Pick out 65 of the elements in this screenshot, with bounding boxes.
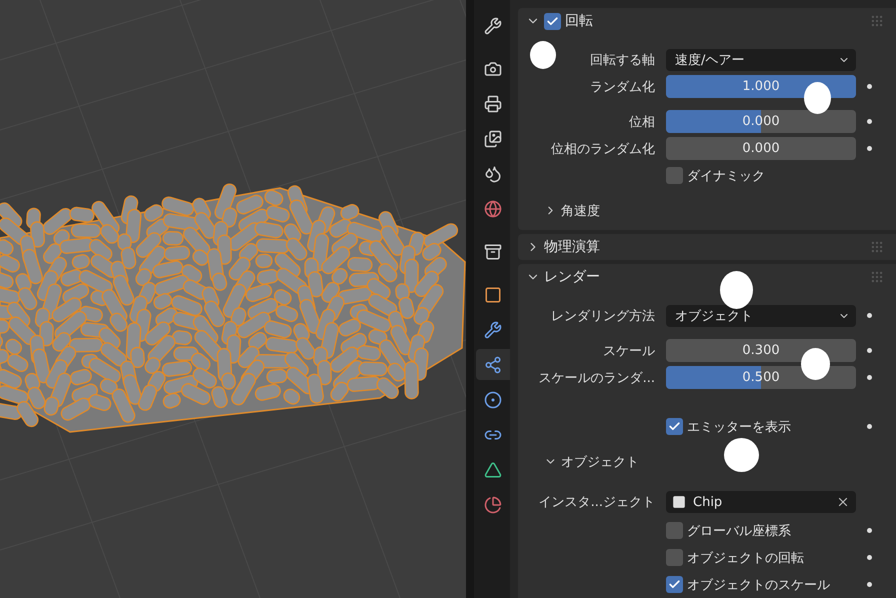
checkbox[interactable]	[666, 549, 683, 566]
close-button[interactable]	[836, 495, 850, 509]
panel-header[interactable]: 物理演算	[518, 234, 896, 260]
field-label: 回転する軸	[590, 52, 655, 68]
slider[interactable]: 0.300	[666, 339, 856, 362]
check-icon	[668, 420, 681, 433]
field-label: 位相のランダム化	[551, 140, 655, 158]
checkbox[interactable]	[666, 576, 683, 593]
checkbox-label: オブジェクトの回転	[687, 550, 804, 566]
wrench-icon	[484, 16, 502, 34]
drag-handle-icon[interactable]	[870, 240, 884, 254]
check-icon	[668, 578, 681, 591]
object-field[interactable]: Chip	[666, 491, 856, 513]
drops-icon	[484, 164, 502, 182]
slider[interactable]: 0.000	[666, 137, 856, 160]
keyframe-dot[interactable]	[866, 313, 872, 318]
drag-handle-icon[interactable]	[870, 14, 884, 28]
globe-icon	[484, 200, 502, 218]
field-label: スケールのランダ...	[538, 370, 655, 386]
keyframe-dot[interactable]	[866, 555, 872, 560]
nodes-icon	[484, 356, 502, 374]
subpanel-header[interactable]: 角速度	[518, 197, 896, 224]
keyframe-dot[interactable]	[866, 146, 872, 151]
images-icon	[484, 130, 502, 148]
check-icon	[546, 14, 559, 28]
field-label: ランダム化	[590, 78, 655, 96]
keyframe-dot[interactable]	[866, 119, 872, 124]
drag-handle-icon[interactable]	[870, 270, 884, 284]
panel-header[interactable]: 回転	[518, 8, 896, 34]
slider[interactable]: 0.000	[666, 110, 856, 133]
checkbox-label: オブジェクトのスケール	[687, 576, 830, 594]
keyframe-dot[interactable]	[866, 375, 872, 380]
field-label: 位相	[629, 114, 655, 130]
panel-title: 回転	[565, 12, 594, 30]
square-icon	[672, 495, 686, 509]
dropdown[interactable]: オブジェクト	[666, 304, 856, 326]
dropdown[interactable]: 速度/ヘアー	[666, 48, 856, 70]
properties-tab[interactable]	[476, 349, 510, 380]
wrench-icon	[484, 320, 502, 338]
keyframe-dot[interactable]	[866, 582, 872, 587]
checkbox-label: ダイナミック	[687, 168, 765, 184]
checkbox[interactable]	[666, 167, 683, 184]
checkbox-label: グローバル座標系	[687, 522, 791, 540]
slider[interactable]: 0.500	[666, 366, 856, 389]
archive-icon	[484, 242, 502, 260]
subpanel-header[interactable]: オブジェクト	[518, 448, 896, 475]
checkbox[interactable]	[544, 12, 561, 30]
keyframe-dot[interactable]	[866, 348, 872, 353]
triangle-icon	[484, 460, 502, 478]
camera-icon	[484, 60, 502, 78]
panel-title: 物理演算	[544, 238, 601, 256]
field-label: スケール	[603, 342, 655, 360]
field-label: レンダリング方法	[551, 308, 655, 324]
printer-icon	[484, 94, 502, 112]
checkbox[interactable]	[666, 418, 683, 435]
panel-header[interactable]: レンダー	[518, 264, 896, 290]
keyframe-dot[interactable]	[866, 84, 872, 89]
keyframe-dot[interactable]	[866, 528, 872, 533]
slider[interactable]: 1.000	[666, 75, 856, 98]
panel-title: レンダー	[544, 268, 601, 286]
keyframe-dot[interactable]	[866, 424, 872, 429]
checkbox-label: エミッターを表示	[687, 418, 791, 436]
checkbox[interactable]	[666, 522, 683, 539]
square-icon	[484, 286, 502, 304]
field-label: インスタ...ジェクト	[538, 494, 655, 511]
